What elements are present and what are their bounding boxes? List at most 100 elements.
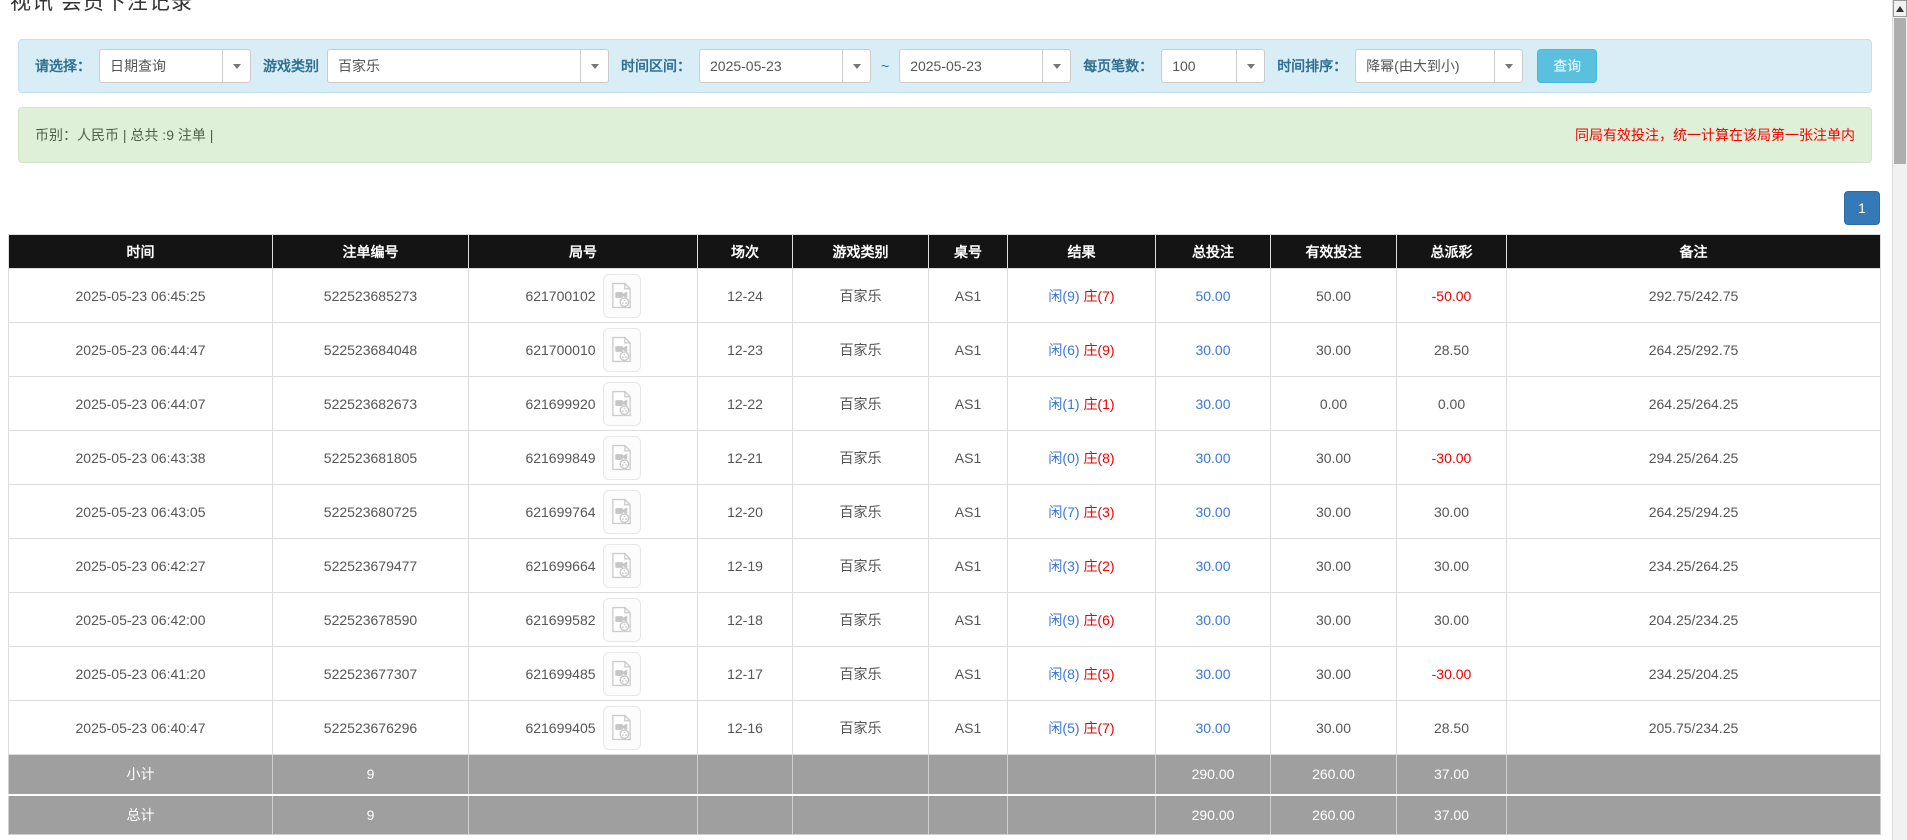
game-type-select[interactable]: 百家乐: [327, 49, 609, 83]
player-result: 闲(3): [1048, 558, 1079, 574]
remark-cell: 294.25/264.25: [1507, 431, 1881, 485]
table-row: 2025-05-23 06:42:00522523678590621699582…: [9, 593, 1881, 647]
total-bet-link[interactable]: 30.00: [1156, 377, 1271, 431]
result-cell: 闲(9) 庄(7): [1008, 269, 1156, 323]
player-result: 闲(5): [1048, 720, 1079, 736]
table-header-row: 时间注单编号局号场次游戏类别桌号结果总投注有效投注总派彩备注: [9, 235, 1881, 269]
scrollbar-thumb[interactable]: [1894, 18, 1906, 164]
round-cell: 621700010: [469, 323, 698, 377]
session-cell: 12-16: [698, 701, 793, 755]
result-cell: 闲(8) 庄(5): [1008, 647, 1156, 701]
video-record-icon: [610, 606, 633, 633]
time-range-label: 时间区间：: [621, 56, 691, 76]
query-type-select[interactable]: 日期查询: [99, 49, 251, 83]
video-playback-button[interactable]: [603, 544, 641, 588]
session-cell: 12-24: [698, 269, 793, 323]
payout-cell: 30.00: [1397, 539, 1507, 593]
column-header: 注单编号: [273, 235, 469, 269]
bet-id-cell: 522523676296: [273, 701, 469, 755]
video-playback-button[interactable]: [603, 436, 641, 480]
game-type-cell: 百家乐: [793, 485, 929, 539]
per-page-select[interactable]: 100: [1161, 49, 1265, 83]
bet-id-cell: 522523684048: [273, 323, 469, 377]
payout-cell: 30.00: [1397, 593, 1507, 647]
result-cell: 闲(0) 庄(8): [1008, 431, 1156, 485]
video-playback-button[interactable]: [603, 490, 641, 534]
column-header: 总投注: [1156, 235, 1271, 269]
result-cell: 闲(1) 庄(1): [1008, 377, 1156, 431]
game-type-cell: 百家乐: [793, 269, 929, 323]
valid-bet-cell: 30.00: [1271, 539, 1397, 593]
total-bet-link[interactable]: 30.00: [1156, 593, 1271, 647]
video-record-icon: [610, 660, 633, 687]
payout-cell: 30.00: [1397, 485, 1507, 539]
game-type-cell: 百家乐: [793, 701, 929, 755]
session-cell: 12-20: [698, 485, 793, 539]
sum-empty-cell: [1507, 795, 1881, 835]
valid-bet-cell: 30.00: [1271, 593, 1397, 647]
column-header: 总派彩: [1397, 235, 1507, 269]
query-button[interactable]: 查询: [1537, 49, 1597, 83]
table-row: 2025-05-23 06:44:47522523684048621700010…: [9, 323, 1881, 377]
video-playback-button[interactable]: [603, 274, 641, 318]
time-cell: 2025-05-23 06:42:27: [9, 539, 273, 593]
remark-cell: 205.75/234.25: [1507, 701, 1881, 755]
total-row: 总计9290.00260.0037.00: [9, 795, 1881, 835]
sum-label-cell: 小计: [9, 755, 273, 795]
bet-id-cell: 522523682673: [273, 377, 469, 431]
bet-id-cell: 522523679477: [273, 539, 469, 593]
column-header: 游戏类别: [793, 235, 929, 269]
total-bet-link[interactable]: 30.00: [1156, 485, 1271, 539]
banker-result: 庄(7): [1083, 288, 1114, 304]
total-bet-link[interactable]: 30.00: [1156, 323, 1271, 377]
vertical-scrollbar[interactable]: [1892, 0, 1907, 840]
result-cell: 闲(6) 庄(9): [1008, 323, 1156, 377]
sum-empty-cell: [1008, 755, 1156, 795]
video-playback-button[interactable]: [603, 328, 641, 372]
date-from-select[interactable]: 2025-05-23: [699, 49, 871, 83]
scroll-up-arrow-icon[interactable]: [1893, 0, 1907, 17]
player-result: 闲(9): [1048, 612, 1079, 628]
video-playback-button[interactable]: [603, 652, 641, 696]
chevron-down-icon: [580, 50, 608, 82]
video-record-icon: [610, 336, 633, 363]
sum-empty-cell: [793, 755, 929, 795]
total-bet-link[interactable]: 30.00: [1156, 431, 1271, 485]
total-bet-link[interactable]: 30.00: [1156, 647, 1271, 701]
video-playback-button[interactable]: [603, 382, 641, 426]
table-number-cell: AS1: [929, 485, 1008, 539]
video-playback-button[interactable]: [603, 706, 641, 750]
date-to-select[interactable]: 2025-05-23: [899, 49, 1071, 83]
sum-empty-cell: [698, 795, 793, 835]
time-sort-value: 降幂(由大到小): [1356, 50, 1494, 82]
result-cell: 闲(7) 庄(3): [1008, 485, 1156, 539]
sum-count-cell: 9: [273, 795, 469, 835]
column-header: 备注: [1507, 235, 1881, 269]
video-playback-button[interactable]: [603, 598, 641, 642]
sum-count-cell: 9: [273, 755, 469, 795]
sum-empty-cell: [698, 755, 793, 795]
table-body: 2025-05-23 06:45:25522523685273621700102…: [9, 269, 1881, 835]
time-cell: 2025-05-23 06:40:47: [9, 701, 273, 755]
valid-bet-cell: 30.00: [1271, 647, 1397, 701]
column-header: 结果: [1008, 235, 1156, 269]
session-cell: 12-22: [698, 377, 793, 431]
table-number-cell: AS1: [929, 539, 1008, 593]
valid-bet-cell: 0.00: [1271, 377, 1397, 431]
table-number-cell: AS1: [929, 377, 1008, 431]
total-bet-link[interactable]: 30.00: [1156, 539, 1271, 593]
payout-cell: -50.00: [1397, 269, 1507, 323]
pagination-page-1[interactable]: 1: [1844, 191, 1880, 225]
round-number: 621700102: [525, 288, 595, 304]
time-sort-select[interactable]: 降幂(由大到小): [1355, 49, 1523, 83]
sum-total-bet-cell: 290.00: [1156, 755, 1271, 795]
chevron-down-icon: [842, 50, 870, 82]
sum-empty-cell: [469, 755, 698, 795]
table-row: 2025-05-23 06:43:38522523681805621699849…: [9, 431, 1881, 485]
table-number-cell: AS1: [929, 593, 1008, 647]
total-bet-link[interactable]: 30.00: [1156, 701, 1271, 755]
round-number: 621699664: [525, 558, 595, 574]
total-bet-link[interactable]: 50.00: [1156, 269, 1271, 323]
video-record-icon: [610, 498, 633, 525]
remark-cell: 292.75/242.75: [1507, 269, 1881, 323]
